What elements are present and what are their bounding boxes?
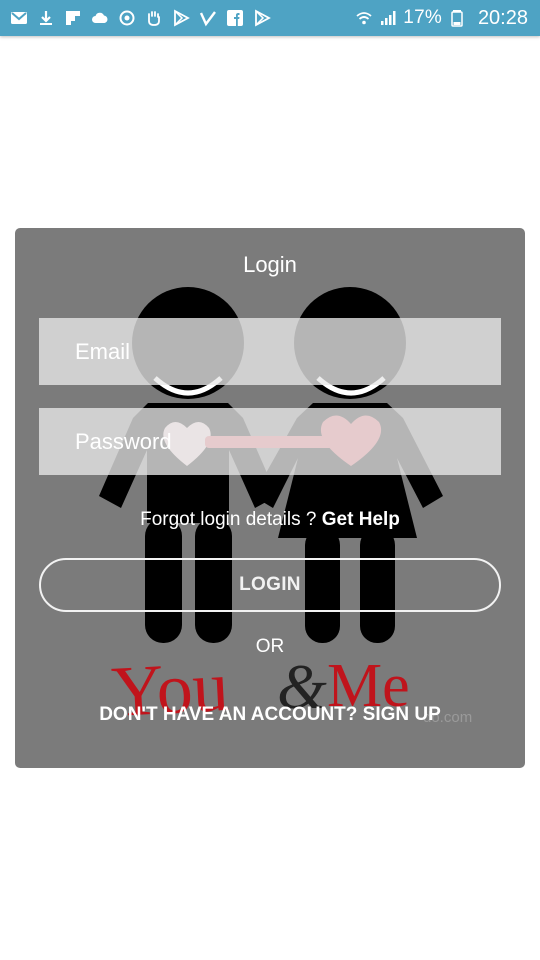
cloud-icon — [91, 9, 109, 27]
signal-icon — [379, 9, 397, 27]
couple-illustration: You & Me do.com — [99, 287, 472, 732]
facebook-icon — [226, 9, 244, 27]
download-icon — [37, 9, 55, 27]
system-icons: 17% 20:28 — [355, 7, 540, 30]
gmail-icon — [10, 9, 28, 27]
wifi-icon — [355, 9, 373, 27]
login-title: Login — [243, 252, 297, 277]
get-help-link[interactable]: Get Help — [322, 509, 400, 530]
forgot-login-row: Forgot login details ? Get Help — [15, 509, 525, 531]
forgot-login-text: Forgot login details ? — [140, 509, 322, 530]
or-divider-label: OR — [255, 636, 285, 657]
battery-icon — [448, 9, 466, 27]
play-store-icon — [172, 9, 190, 27]
hand-icon — [145, 9, 163, 27]
flipboard-icon — [64, 9, 82, 27]
login-card: You & Me do.com Login Forgot login detai… — [15, 228, 525, 768]
sign-up-link[interactable]: DON'T HAVE AN ACCOUNT? SIGN UP — [15, 704, 525, 726]
screen: 17% 20:28 You & Me do.com Login Email Fo… — [0, 0, 540, 960]
battery-percent: 17% — [403, 7, 442, 28]
sync-icon — [118, 9, 136, 27]
play-store-icon — [253, 9, 271, 27]
status-bar: 17% 20:28 — [0, 0, 540, 36]
clock: 20:28 — [477, 6, 528, 29]
vimeo-icon — [199, 9, 217, 27]
email-field[interactable] — [39, 318, 501, 385]
login-button[interactable]: LOGIN — [39, 558, 501, 612]
password-field[interactable] — [39, 408, 501, 475]
notification-icons — [0, 9, 271, 27]
